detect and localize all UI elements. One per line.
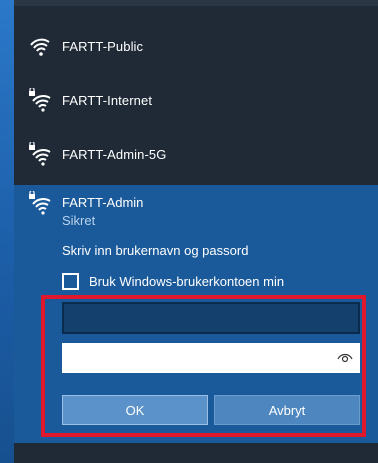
network-item-fartt-admin-5g[interactable]: FARTT-Admin-5G	[14, 129, 378, 179]
ok-button[interactable]: OK	[62, 395, 208, 425]
wifi-flyout: FARTT-Public FARTT-Internet FARTT-Admin-…	[14, 0, 378, 463]
desktop-background	[0, 0, 14, 463]
network-item-fartt-internet[interactable]: FARTT-Internet	[14, 75, 378, 125]
network-item-fartt-public[interactable]: FARTT-Public	[14, 21, 378, 71]
cancel-button[interactable]: Avbryt	[214, 395, 360, 425]
wifi-icon	[30, 38, 50, 56]
network-name: FARTT-Admin	[62, 195, 144, 210]
username-input[interactable]	[62, 302, 360, 334]
credentials-prompt: Skriv inn brukernavn og passord	[62, 243, 249, 258]
network-name: FARTT-Admin-5G	[62, 146, 167, 162]
checkbox-label: Bruk Windows-brukerkontoen min	[89, 274, 285, 289]
network-status: Sikret	[62, 213, 96, 228]
wifi-secured-icon	[29, 88, 51, 112]
network-name: FARTT-Internet	[62, 92, 153, 108]
flyout-top-edge	[14, 0, 378, 6]
wifi-secured-icon	[29, 191, 51, 215]
wifi-secured-icon	[29, 142, 51, 166]
password-input[interactable]	[62, 343, 360, 373]
flyout-lower-area	[14, 443, 378, 463]
use-windows-account-checkbox[interactable]	[62, 273, 79, 290]
reveal-password-icon[interactable]	[337, 350, 353, 366]
network-name: FARTT-Public	[62, 38, 144, 54]
use-windows-account-option[interactable]: Bruk Windows-brukerkontoen min	[62, 273, 284, 290]
network-item-fartt-admin-expanded[interactable]: FARTT-Admin Sikret Skriv inn brukernavn …	[14, 185, 378, 443]
